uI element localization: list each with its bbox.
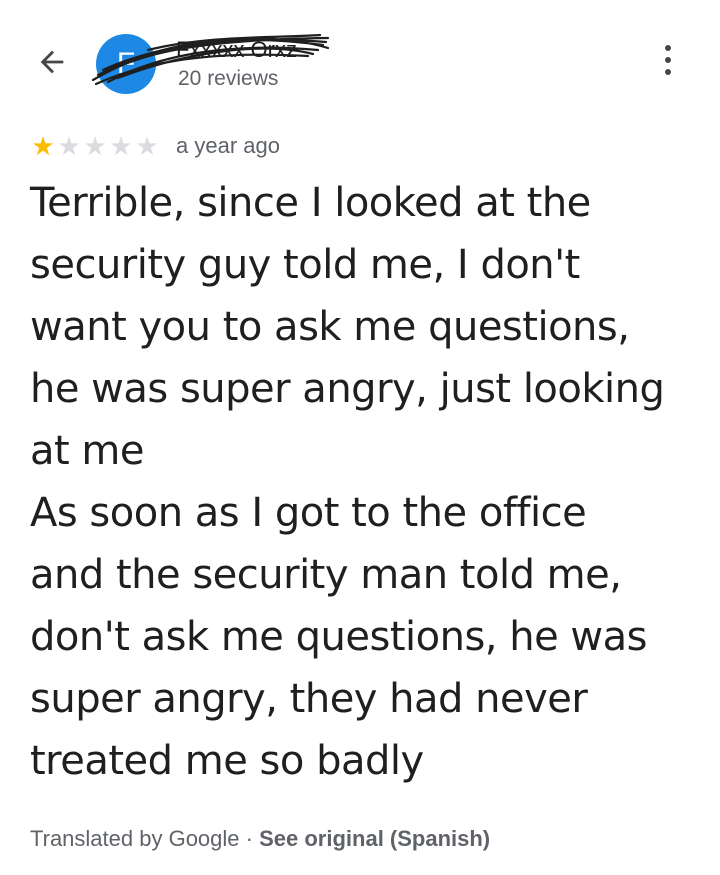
more-vert-icon-dot bbox=[665, 69, 671, 75]
review-text-line: Terrible, since I looked at the bbox=[30, 180, 591, 226]
star-empty-icon: ★ bbox=[135, 131, 159, 161]
review-text: Terrible, since I looked at the security … bbox=[30, 172, 700, 792]
review-text-line: he was super angry, just looking bbox=[30, 366, 665, 412]
review-text-line: treated me so badly bbox=[30, 738, 424, 784]
arrow-back-icon bbox=[40, 50, 64, 74]
more-options-button[interactable] bbox=[650, 38, 686, 82]
review-text-line: super angry, they had never bbox=[30, 676, 588, 722]
review-header: F Fxxxxx Orxz 20 reviews bbox=[0, 0, 720, 120]
review-text-line: As soon as I got to the office bbox=[30, 490, 587, 536]
reviewer-name[interactable]: Fxxxxx Orxz bbox=[176, 36, 326, 64]
review-text-line: don't ask me questions, he was bbox=[30, 614, 647, 660]
back-button[interactable] bbox=[30, 40, 74, 84]
star-rating: ★ ★ ★ ★ ★ bbox=[30, 133, 160, 159]
star-empty-icon: ★ bbox=[83, 131, 107, 161]
translated-by-label: Translated by Google bbox=[30, 826, 240, 851]
review-text-line: security guy told me, I don't bbox=[30, 242, 580, 288]
avatar[interactable]: F bbox=[96, 34, 156, 94]
review-text-line: and the security man told me, bbox=[30, 552, 622, 598]
star-empty-icon: ★ bbox=[109, 131, 133, 161]
review-page: F Fxxxxx Orxz 20 reviews ★ ★ ★ ★ ★ a year ag… bbox=[0, 0, 720, 875]
review-text-line: at me bbox=[30, 428, 144, 474]
more-vert-icon-dot bbox=[665, 57, 671, 63]
translation-row: Translated by Google · See original (Spa… bbox=[30, 824, 490, 854]
rating-row: ★ ★ ★ ★ ★ a year ago bbox=[30, 130, 280, 162]
review-count[interactable]: 20 reviews bbox=[178, 66, 278, 92]
review-text-line: want you to ask me questions, bbox=[30, 304, 630, 350]
more-vert-icon bbox=[665, 45, 671, 51]
star-empty-icon: ★ bbox=[57, 131, 81, 161]
translation-separator: · bbox=[239, 826, 260, 851]
review-date: a year ago bbox=[176, 133, 280, 158]
see-original-link[interactable]: See original (Spanish) bbox=[259, 826, 490, 851]
star-filled-icon: ★ bbox=[31, 131, 55, 161]
